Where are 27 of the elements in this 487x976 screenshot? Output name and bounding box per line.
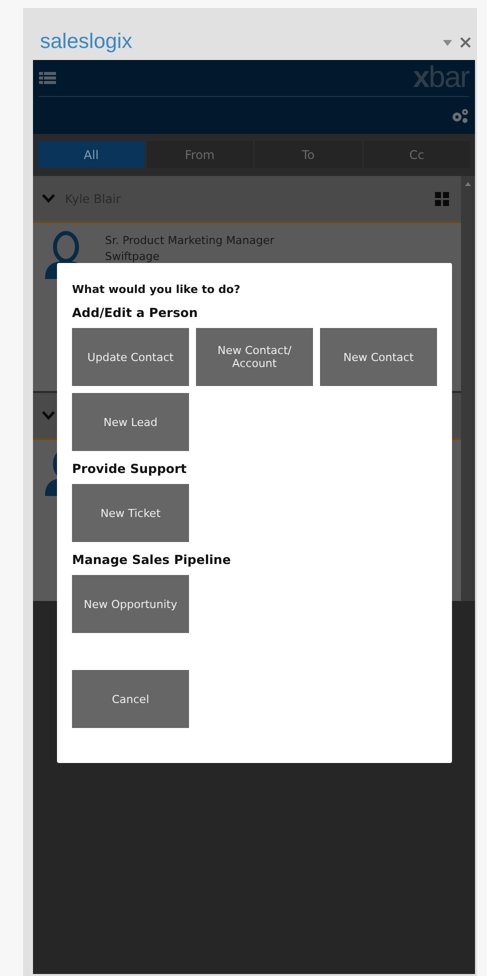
action-button[interactable]: New Opportunity <box>72 575 189 633</box>
window-title: saleslogix <box>40 30 134 54</box>
filter-tab[interactable]: From <box>146 141 253 168</box>
action-button[interactable]: New Ticket <box>72 484 189 542</box>
dialog-prompt: What would you like to do? <box>72 283 242 296</box>
dropdown-caret-icon[interactable] <box>443 40 452 46</box>
filter-tab[interactable]: Cc <box>364 141 470 168</box>
company-name: Swiftpage <box>105 250 161 263</box>
scroll-up-icon[interactable] <box>465 182 471 186</box>
cancel-button[interactable]: Cancel <box>72 670 189 728</box>
action-button[interactable]: New Contact/ Account <box>196 328 313 386</box>
grid-menu-icon[interactable] <box>39 72 56 84</box>
chevron-icon[interactable] <box>42 194 55 203</box>
filter-tab[interactable]: To <box>255 141 362 168</box>
filter-tab[interactable]: All <box>38 141 144 168</box>
section-heading: Add/Edit a Person <box>72 305 199 320</box>
settings-icon[interactable] <box>451 108 469 124</box>
action-button[interactable]: New Contact <box>320 328 437 386</box>
section-heading: Manage Sales Pipeline <box>72 552 232 567</box>
scrollbar[interactable] <box>461 176 475 601</box>
action-button[interactable]: Update Contact <box>72 328 189 386</box>
action-button[interactable]: New Lead <box>72 393 189 451</box>
tiles-icon[interactable] <box>435 192 449 206</box>
section-heading: Provide Support <box>72 461 188 476</box>
job-title: Sr. Product Marketing Manager <box>105 234 274 247</box>
chevron-icon[interactable] <box>42 411 55 420</box>
close-icon[interactable] <box>460 37 471 48</box>
